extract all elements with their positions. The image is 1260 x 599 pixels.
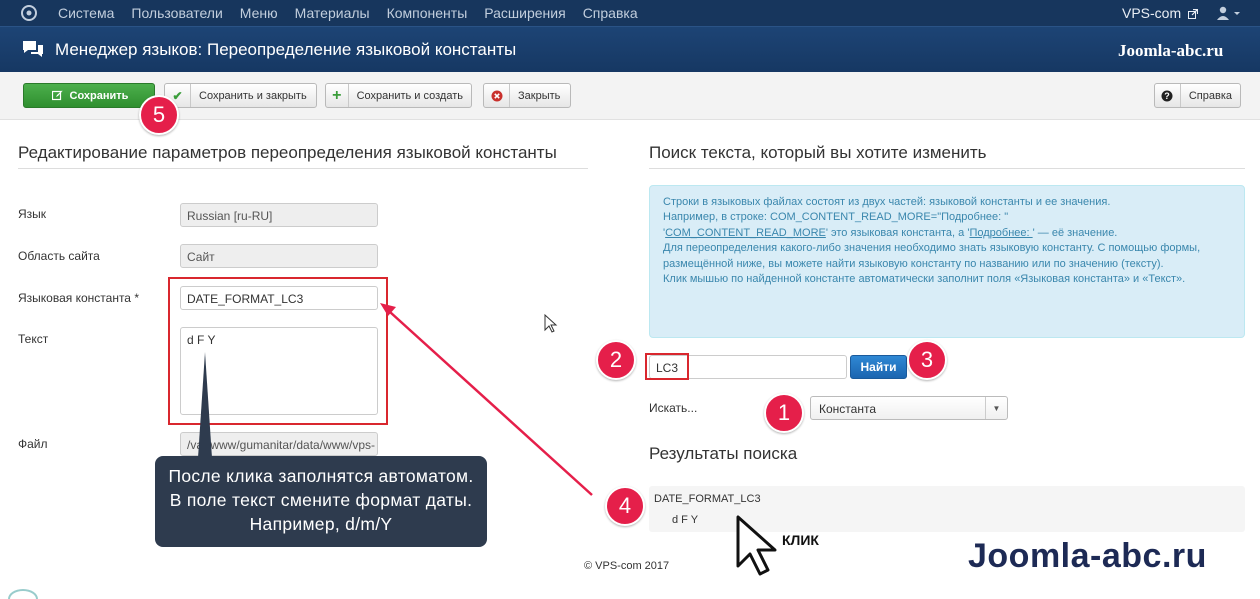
edit-section-heading: Редактирование параметров переопределени… <box>18 143 557 162</box>
mouse-cursor-icon <box>544 313 558 333</box>
header-brand: Joomla-abc.ru <box>1118 41 1224 60</box>
text-label: Текст <box>18 332 49 346</box>
menu-item-content[interactable]: Материалы <box>295 5 370 21</box>
cancel-icon <box>484 84 510 107</box>
divider <box>649 168 1245 169</box>
step-badge-3: 3 <box>907 340 947 380</box>
menu-item-components[interactable]: Компоненты <box>387 5 468 21</box>
click-label: КЛИК <box>782 532 819 548</box>
info-line: 'COM_CONTENT_READ_MORE' это языковая кон… <box>663 226 1118 239</box>
user-menu-icon[interactable] <box>1216 6 1240 20</box>
menu-item-extensions[interactable]: Расширения <box>484 5 565 21</box>
watermark-brand: Joomla-abc.ru <box>968 537 1207 575</box>
language-label: Язык <box>18 207 47 221</box>
save-new-button[interactable]: + Сохранить и создать <box>325 83 472 108</box>
search-in-label: Искать... <box>649 401 698 415</box>
save-close-button[interactable]: ✔ Сохранить и закрыть <box>164 83 317 108</box>
plus-icon: + <box>326 84 349 107</box>
key-label: Языковая константа * <box>18 291 139 305</box>
tooltip-pointer <box>198 352 212 458</box>
comments-icon <box>23 41 43 57</box>
search-type-value: Константа <box>819 402 876 416</box>
main-menu: Система Пользователи Меню Материалы Комп… <box>58 0 655 26</box>
svg-text:?: ? <box>1165 91 1171 101</box>
step-badge-2: 2 <box>596 340 636 380</box>
find-button[interactable]: Найти <box>850 355 907 379</box>
help-label: Справка <box>1188 89 1232 102</box>
info-line: Строки в языковых файлах состоят из двух… <box>663 196 1111 208</box>
divider <box>18 168 588 169</box>
save-button[interactable]: Сохранить <box>23 83 155 108</box>
menu-item-menus[interactable]: Меню <box>240 5 278 21</box>
edit-icon <box>50 84 66 107</box>
info-line: Для переопределения какого-либо значения… <box>663 242 1201 270</box>
question-icon: ? <box>1155 84 1181 107</box>
info-value-link: Подробнее: <box>969 226 1033 239</box>
save-new-label: Сохранить и создать <box>356 89 463 102</box>
step-badge-4: 4 <box>605 486 645 526</box>
close-label: Закрыть <box>518 89 561 102</box>
language-field: Russian [ru-RU] <box>180 203 378 227</box>
save-close-label: Сохранить и закрыть <box>199 89 307 102</box>
menu-item-help[interactable]: Справка <box>583 5 638 21</box>
help-button[interactable]: ? Справка <box>1154 83 1241 108</box>
file-label: Файл <box>18 437 48 451</box>
info-alert: Строки в языковых файлах состоят из двух… <box>649 185 1245 338</box>
result-value[interactable]: d F Y <box>672 514 698 526</box>
top-nav: Система Пользователи Меню Материалы Комп… <box>0 0 1260 26</box>
menu-item-users[interactable]: Пользователи <box>131 5 222 21</box>
step-badge-1: 1 <box>764 393 804 433</box>
footer-copyright: © VPS-com 2017 <box>584 560 670 572</box>
client-field: Сайт <box>180 244 378 268</box>
site-link[interactable]: VPS-com <box>1122 5 1199 21</box>
highlight-box-search <box>645 353 689 380</box>
results-heading: Результаты поиска <box>649 444 798 463</box>
external-link-icon <box>1188 9 1199 19</box>
save-label: Сохранить <box>69 89 129 102</box>
info-key-link: COM_CONTENT_READ_MORE <box>665 226 826 239</box>
page-header: Менеджер языков: Переопределение языково… <box>0 26 1260 72</box>
step-badge-5: 5 <box>139 95 179 135</box>
info-line: Клик мышью по найденной константе автома… <box>663 273 1186 286</box>
chevron-down-icon: ▼ <box>985 397 1007 419</box>
joomla-logo-icon[interactable] <box>20 4 38 22</box>
client-label: Область сайта <box>18 249 100 263</box>
instruction-tooltip: После клика заполнятся автоматом. В поле… <box>155 456 487 547</box>
close-button[interactable]: Закрыть <box>483 83 571 108</box>
search-section-heading: Поиск текста, который вы хотите изменить <box>649 143 987 162</box>
corner-decoration <box>8 589 38 599</box>
site-name: VPS-com <box>1122 5 1182 21</box>
menu-item-system[interactable]: Система <box>58 5 114 21</box>
info-line: Например, в строке: COM_CONTENT_READ_MOR… <box>663 211 1009 224</box>
toolbar: Сохранить ✔ Сохранить и закрыть + Сохран… <box>0 72 1260 120</box>
page-title: Менеджер языков: Переопределение языково… <box>55 40 517 59</box>
search-type-select[interactable]: Константа ▼ <box>810 396 1008 420</box>
result-key[interactable]: DATE_FORMAT_LC3 <box>654 493 761 505</box>
